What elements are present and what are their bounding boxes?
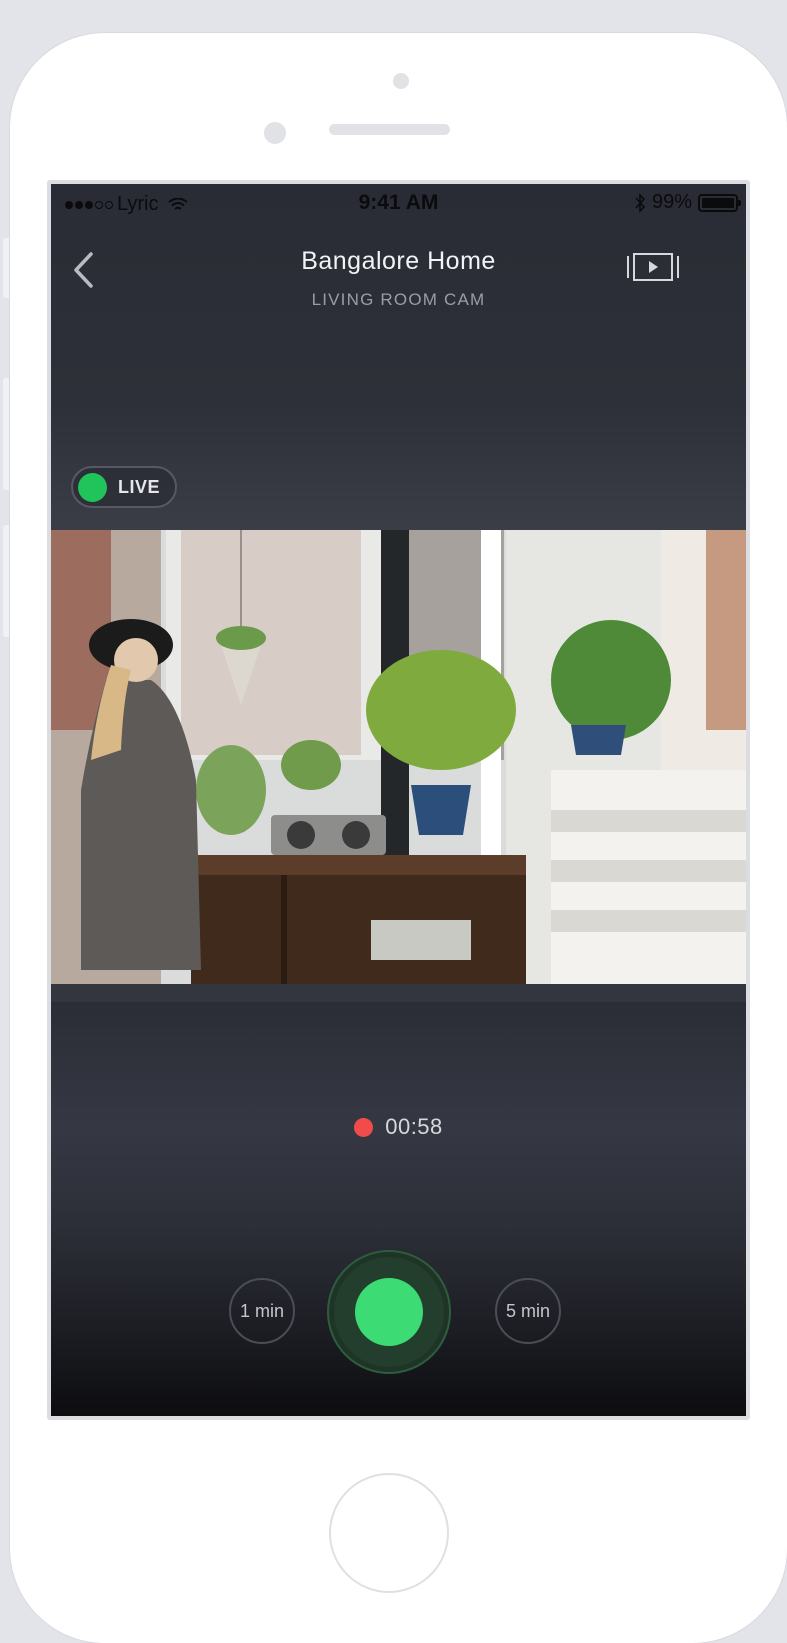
camera-feed-image xyxy=(51,530,746,984)
battery-percent: 99% xyxy=(651,191,692,213)
media-player-icon[interactable] xyxy=(626,252,680,282)
duration-5min-label: 5 min xyxy=(505,1300,550,1321)
record-button-ring xyxy=(334,1257,444,1367)
live-indicator-dot xyxy=(78,472,107,502)
status-bar: Lyric 9:41 AM 99% xyxy=(51,184,746,224)
app-screen: Lyric 9:41 AM 99% Bangalore Home LIVING … xyxy=(47,180,750,1420)
volume-up-button xyxy=(3,378,10,490)
sensor-dot xyxy=(393,73,409,89)
recording-timer: 00:58 xyxy=(385,1114,443,1139)
home-button[interactable] xyxy=(329,1473,449,1593)
record-button-core xyxy=(355,1278,423,1346)
bluetooth-icon xyxy=(635,192,646,213)
volume-down-button xyxy=(3,525,10,637)
live-label: LIVE xyxy=(118,476,161,497)
mute-switch xyxy=(3,238,10,298)
recording-dot xyxy=(354,1117,374,1137)
live-badge[interactable]: LIVE xyxy=(71,466,177,508)
duration-1min-label: 1 min xyxy=(239,1300,284,1321)
recording-status: 00:58 xyxy=(51,1114,746,1140)
record-button[interactable] xyxy=(327,1250,451,1374)
duration-5min-button[interactable]: 5 min xyxy=(495,1278,561,1344)
front-camera xyxy=(264,122,286,144)
earpiece-speaker xyxy=(329,124,450,135)
camera-name: LIVING ROOM CAM xyxy=(311,290,486,309)
duration-1min-button[interactable]: 1 min xyxy=(229,1278,295,1344)
battery-icon xyxy=(698,193,741,212)
camera-feed[interactable] xyxy=(51,530,746,984)
